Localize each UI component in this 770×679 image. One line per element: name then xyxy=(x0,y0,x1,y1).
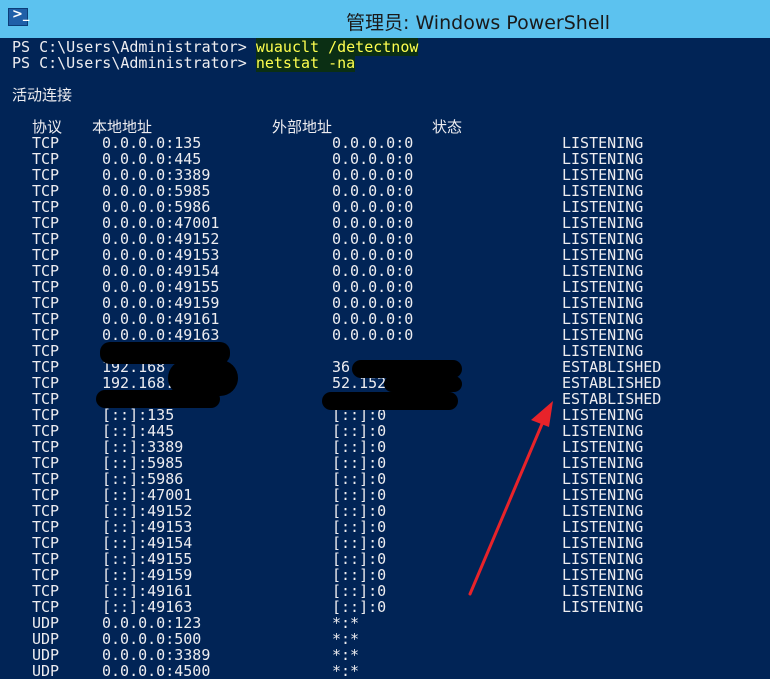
annotation-arrow-icon xyxy=(468,401,553,596)
console-output[interactable]: PS C:\Users\Administrator> wuauclt /dete… xyxy=(0,38,770,679)
window-title: 管理员: Windows PowerShell xyxy=(346,12,611,34)
title-bar[interactable]: >_ 管理员: Windows PowerShell xyxy=(0,0,770,38)
powershell-icon[interactable]: >_ xyxy=(8,7,29,26)
